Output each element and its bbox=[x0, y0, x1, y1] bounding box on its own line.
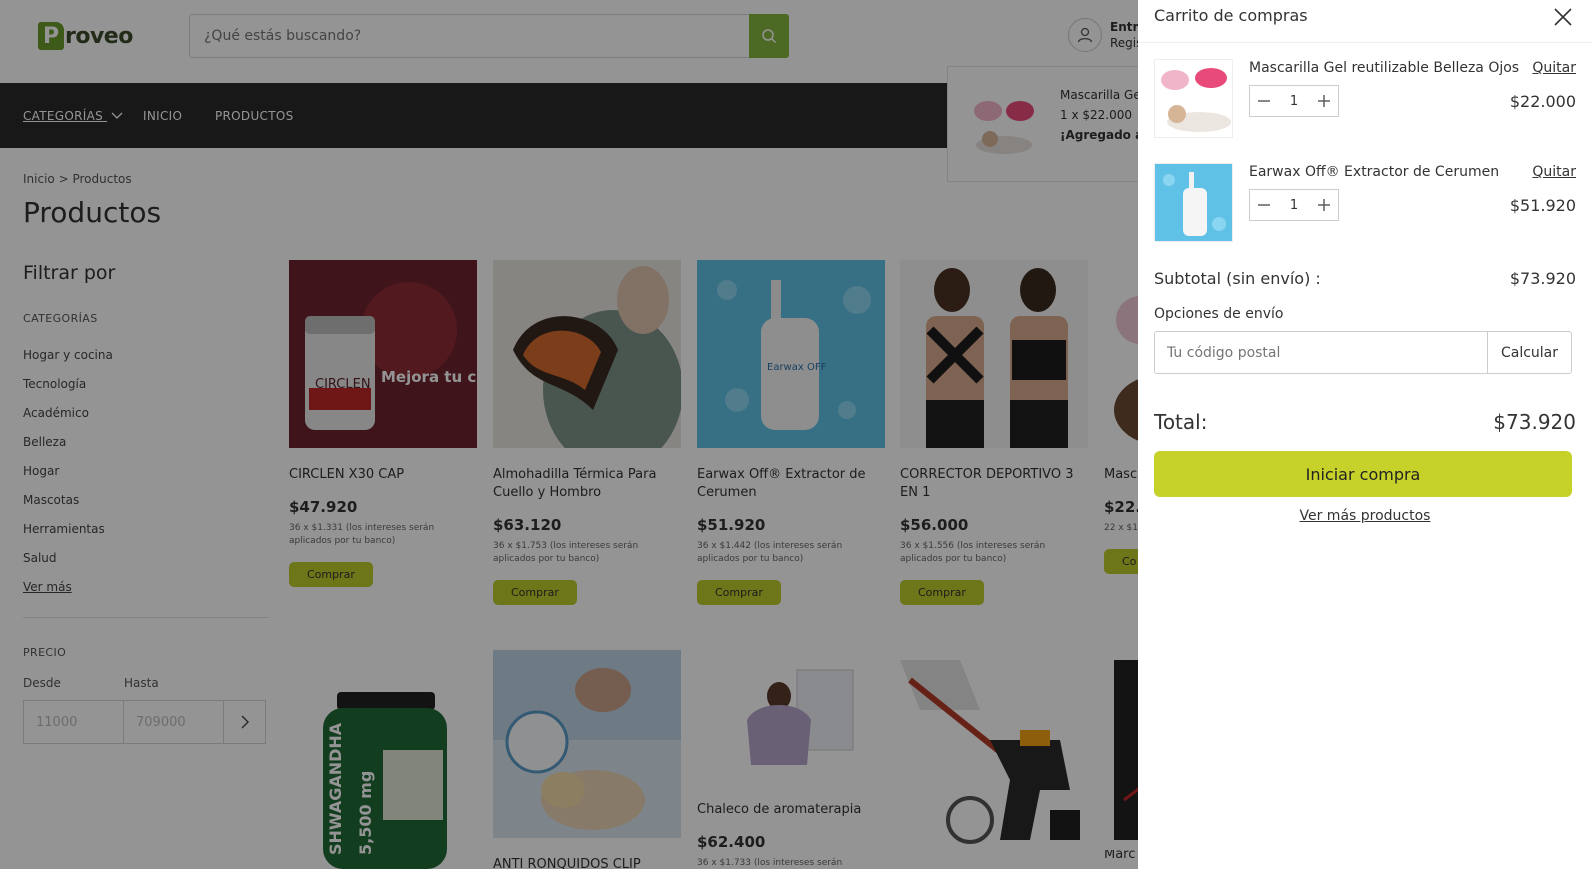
cart-item-price: $22.000 bbox=[1509, 92, 1576, 111]
plus-icon[interactable] bbox=[1316, 197, 1332, 213]
quantity-stepper: 1 bbox=[1249, 189, 1339, 221]
subtotal-value: $73.920 bbox=[1509, 269, 1576, 288]
cart-item-name[interactable]: Mascarilla Gel reutilizable Belleza Ojos bbox=[1249, 60, 1519, 76]
total-label: Total: bbox=[1154, 410, 1208, 434]
cart-item: Mascarilla Gel reutilizable Belleza Ojos… bbox=[1154, 59, 1576, 141]
total-value: $73.920 bbox=[1493, 410, 1576, 434]
plus-icon[interactable] bbox=[1316, 93, 1332, 109]
cart-divider bbox=[1138, 42, 1592, 43]
cart-title: Carrito de compras bbox=[1154, 6, 1308, 25]
shipping-options-label: Opciones de envío bbox=[1154, 306, 1284, 322]
calculate-shipping-button[interactable]: Calcular bbox=[1487, 332, 1571, 373]
cart-item-image[interactable] bbox=[1154, 59, 1233, 138]
subtotal-label: Subtotal (sin envío) : bbox=[1154, 269, 1321, 288]
close-icon bbox=[1554, 8, 1572, 26]
remove-item-link[interactable]: Quitar bbox=[1532, 60, 1576, 76]
minus-icon[interactable] bbox=[1256, 197, 1272, 213]
minus-icon[interactable] bbox=[1256, 93, 1272, 109]
cart-item-name[interactable]: Earwax Off® Extractor de Cerumen bbox=[1249, 164, 1499, 180]
zip-code-input[interactable] bbox=[1155, 332, 1487, 373]
quantity-value[interactable]: 1 bbox=[1290, 198, 1298, 213]
see-more-products-link: Ver más productos bbox=[1138, 508, 1592, 524]
checkout-button[interactable]: Iniciar compra bbox=[1154, 451, 1572, 497]
zip-code-form: Calcular bbox=[1154, 331, 1572, 374]
see-more-products-label[interactable]: Ver más productos bbox=[1300, 508, 1431, 524]
quantity-value[interactable]: 1 bbox=[1290, 94, 1298, 109]
close-cart-button[interactable] bbox=[1551, 5, 1575, 29]
quantity-stepper: 1 bbox=[1249, 85, 1339, 117]
cart-item-image[interactable] bbox=[1154, 163, 1233, 242]
cart-item-price: $51.920 bbox=[1509, 196, 1576, 215]
cart-drawer: Carrito de compras Mascarilla Gel reutil… bbox=[1138, 0, 1592, 869]
cart-item: Earwax Off® Extractor de Cerumen Quitar … bbox=[1154, 163, 1576, 245]
remove-item-link[interactable]: Quitar bbox=[1532, 164, 1576, 180]
